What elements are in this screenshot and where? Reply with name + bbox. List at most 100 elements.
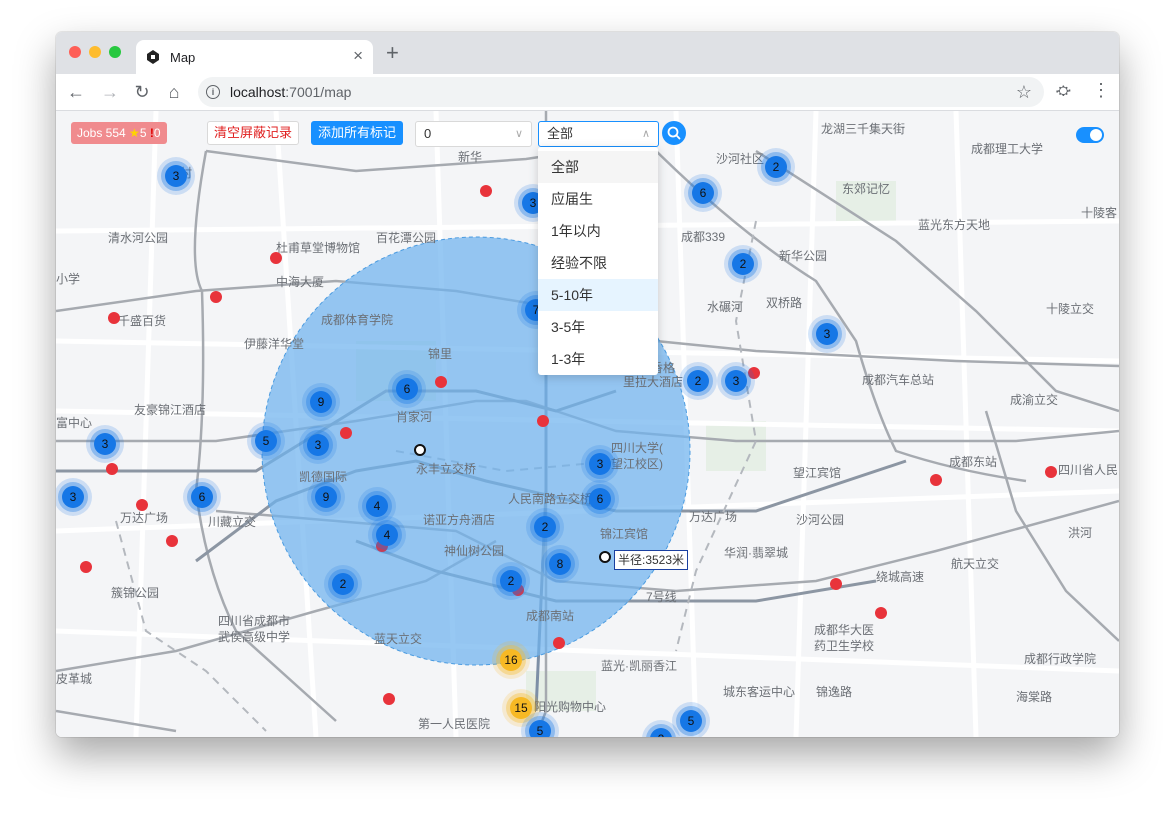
job-cluster[interactable]: 3 [581,445,619,483]
reload-icon[interactable]: ↻ [132,82,152,102]
map-place-label: 药卫生学校 [814,638,874,653]
clear-blocked-button[interactable]: 清空屏蔽记录 [207,121,300,145]
job-marker[interactable] [108,312,120,324]
map-place-label: 水碾河 [707,300,743,314]
cluster-count: 5 [263,434,270,448]
address-bar[interactable]: i localhost:7001/map ☆ [198,77,1044,107]
map-place-label: 万达广场 [120,511,168,525]
star-icon[interactable]: ☆ [1016,82,1032,103]
map-place-label: 十陵客 [1081,205,1117,220]
job-cluster[interactable]: 3 [717,362,755,400]
cluster-count: 3 [530,196,537,210]
back-icon[interactable]: ← [66,82,86,102]
cluster-count: 3 [102,437,109,451]
map-place-label: 武侯高级中学 [218,629,290,644]
menu-icon[interactable]: ⋮ [1092,80,1110,101]
close-window-button[interactable] [69,46,81,58]
app-logo-icon [147,50,159,64]
cluster-count: 4 [384,528,391,542]
cluster-count: 2 [695,374,702,388]
job-cluster[interactable]: 3 [86,425,124,463]
job-marker[interactable] [930,474,942,486]
layer-toggle[interactable] [1076,127,1104,143]
map-place-label: 中海大厦 [276,274,324,289]
job-marker[interactable] [537,415,549,427]
job-marker[interactable] [340,427,352,439]
map-place-label: 7号线 [646,590,677,604]
job-marker[interactable] [270,252,282,264]
dropdown-option[interactable]: 全部 [538,151,658,183]
map-place-label: 千盛百货 [118,313,166,328]
job-marker[interactable] [480,185,492,197]
job-cluster[interactable]: 6 [388,370,426,408]
job-cluster[interactable]: 2 [492,562,530,600]
cluster-count: 2 [508,574,515,588]
job-cluster[interactable]: 9 [302,383,340,421]
map-place-label: 新华公园 [779,248,827,263]
map-place-label: 肖家河 [396,409,432,424]
job-cluster[interactable]: 6 [183,478,221,516]
home-icon[interactable]: ⌂ [164,82,184,102]
cluster-count: 4 [374,499,381,513]
dropdown-option[interactable]: 3-5年 [538,311,658,343]
circle-center-handle[interactable] [414,444,426,456]
url-host: localhost [230,84,286,100]
info-icon[interactable]: i [206,85,220,99]
extension-icon[interactable]: ⛮ [1056,82,1071,99]
experience-select[interactable]: 全部 ∧ [538,121,659,147]
job-marker[interactable] [1045,466,1057,478]
job-cluster[interactable]: 4 [368,516,406,554]
map-place-label: 航天立交 [951,556,999,571]
dropdown-option[interactable]: 1年以内 [538,215,658,247]
radius-drag-handle[interactable] [599,551,611,563]
job-marker[interactable] [166,535,178,547]
job-marker[interactable] [875,607,887,619]
search-button[interactable] [662,121,686,145]
job-cluster[interactable]: 2 [526,508,564,546]
browser-tab[interactable]: Map × [136,40,373,74]
job-marker[interactable] [136,499,148,511]
job-cluster[interactable]: 2 [724,245,762,283]
forward-icon[interactable]: → [100,82,120,102]
add-all-markers-button[interactable]: 添加所有标记 [311,121,404,145]
job-marker[interactable] [830,578,842,590]
job-marker[interactable] [435,376,447,388]
job-marker[interactable] [553,637,565,649]
close-tab-icon[interactable]: × [353,47,363,65]
toggle-knob [1090,129,1102,141]
job-cluster[interactable]: 9 [307,478,345,516]
number-select[interactable]: 0 ∨ [415,121,532,147]
minimize-window-button[interactable] [89,46,101,58]
map-place-label: 蓝光东方天地 [918,217,990,232]
job-cluster[interactable]: 6 [684,174,722,212]
job-cluster[interactable]: 16 [492,641,530,679]
map-viewport[interactable]: 西村新华沙河社区龙湖三千集天街成都理工大学清水河公园杜甫草堂博物馆百花潭公园成都… [56,111,1119,737]
map-place-label: 成都汽车总站 [862,372,934,387]
new-tab-button[interactable]: + [386,42,399,64]
job-cluster[interactable]: 5 [247,422,285,460]
job-cluster[interactable]: 8 [541,545,579,583]
job-cluster[interactable]: 3 [808,315,846,353]
job-marker[interactable] [106,463,118,475]
cluster-count: 9 [318,395,325,409]
job-cluster[interactable]: 6 [581,480,619,518]
map-place-label: 东郊记忆 [842,182,890,196]
cluster-count: 16 [504,653,518,667]
job-marker[interactable] [383,693,395,705]
dropdown-option[interactable]: 经验不限 [538,247,658,279]
cluster-count: 3 [733,374,740,388]
zoom-window-button[interactable] [109,46,121,58]
dropdown-option[interactable]: 5-10年 [538,279,658,311]
dropdown-option[interactable]: 应届生 [538,183,658,215]
dropdown-option[interactable]: 1-3年 [538,343,658,375]
job-cluster[interactable]: 2 [679,362,717,400]
cluster-count: 3 [824,327,831,341]
job-marker[interactable] [80,561,92,573]
cluster-count: 2 [542,520,549,534]
job-marker[interactable] [210,291,222,303]
job-cluster[interactable]: 3 [157,157,195,195]
job-cluster[interactable]: 2 [324,565,362,603]
cluster-count: 5 [537,724,544,737]
map-place-label: 锦里 [428,347,452,361]
job-cluster[interactable]: 3 [299,426,337,464]
